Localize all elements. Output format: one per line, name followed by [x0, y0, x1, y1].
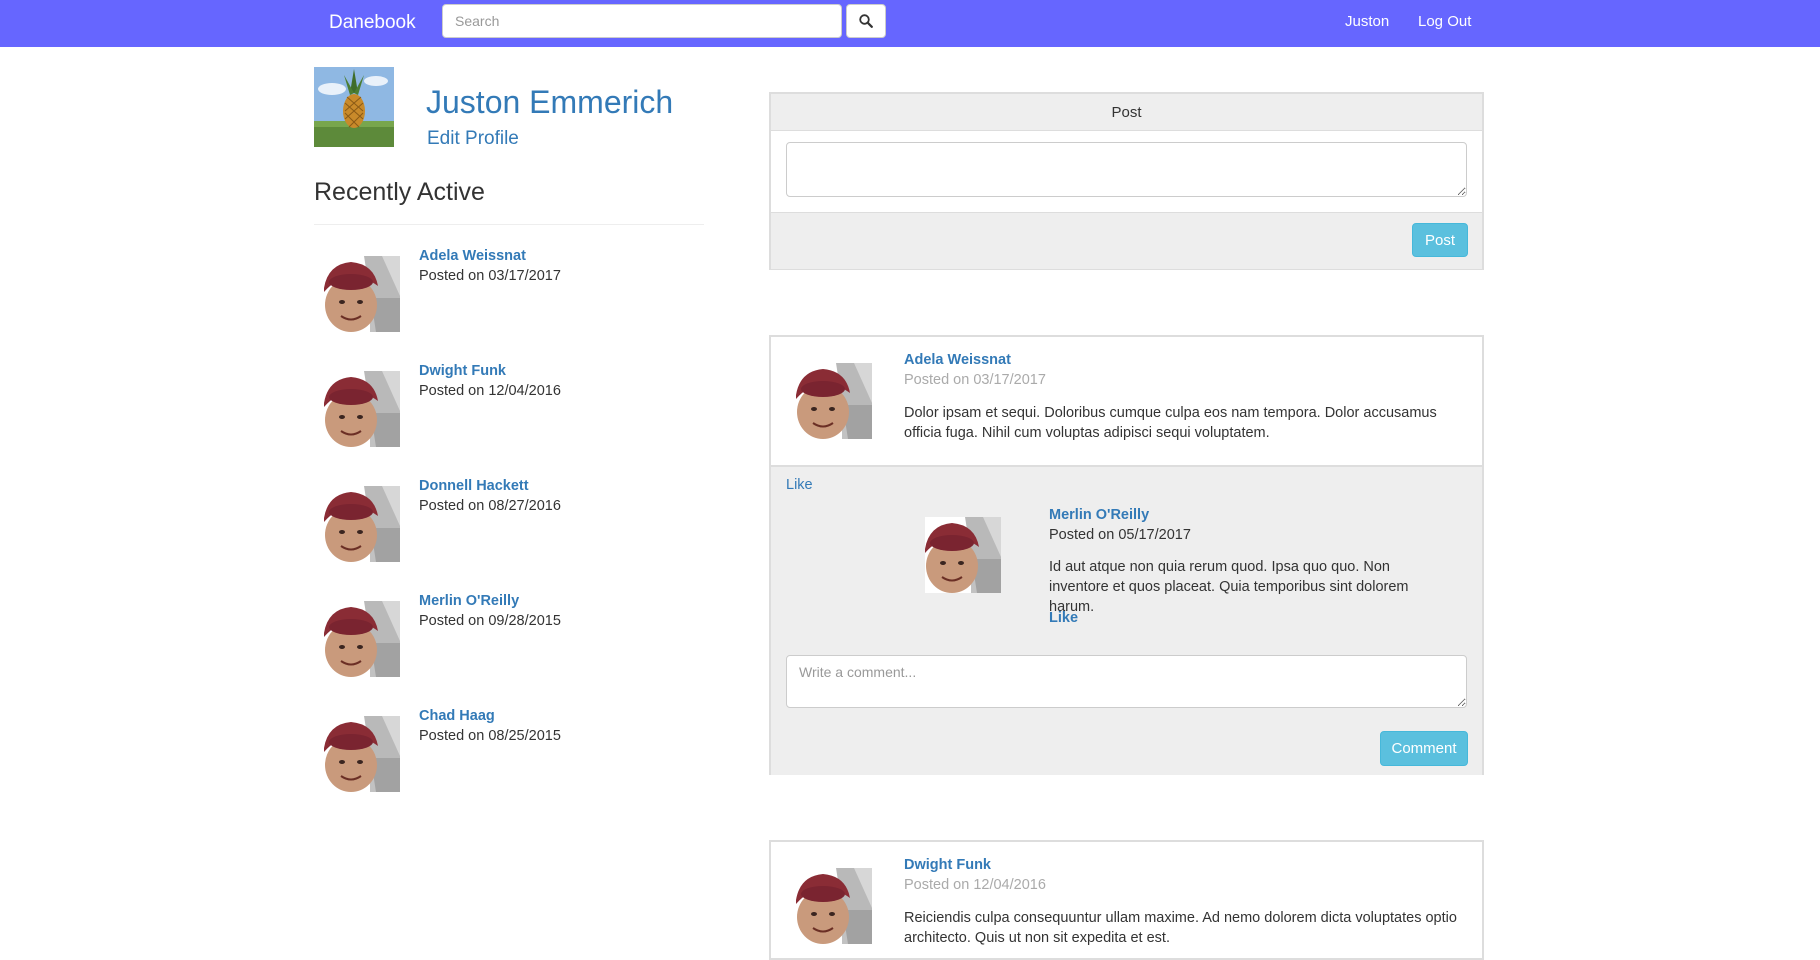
like-link[interactable]: Like [786, 477, 813, 493]
recent-date: Posted on 03/17/2017 [419, 268, 561, 284]
recent-item: Dwight Funk Posted on 12/04/2016 [324, 363, 724, 471]
top-navbar: Danebook Juston Log Out [0, 0, 1820, 47]
post-composer: Post Post [769, 92, 1484, 270]
search-icon [859, 14, 873, 28]
comment-button[interactable]: Comment [1380, 731, 1468, 766]
brand-logo[interactable]: Danebook [329, 12, 416, 34]
search-button[interactable] [846, 4, 886, 38]
post-author-link[interactable]: Dwight Funk [904, 857, 991, 873]
comment-input[interactable] [786, 655, 1467, 708]
post-date: Posted on 12/04/2016 [904, 877, 1046, 893]
comment-text: Id aut atque non quia rerum quod. Ipsa q… [1049, 559, 1409, 615]
recent-date: Posted on 12/04/2016 [419, 383, 561, 399]
composer-header: Post [771, 94, 1482, 131]
nav-user-link[interactable]: Juston [1345, 13, 1389, 30]
recent-date: Posted on 09/28/2015 [419, 613, 561, 629]
post-button[interactable]: Post [1412, 223, 1468, 257]
post-text: Reiciendis culpa consequuntur ullam maxi… [904, 910, 1457, 946]
post-text: Dolor ipsam et sequi. Doloribus cumque c… [904, 405, 1437, 441]
recent-date: Posted on 08/25/2015 [419, 728, 561, 744]
post-author-link[interactable]: Adela Weissnat [904, 352, 1011, 368]
recent-item: Donnell Hackett Posted on 08/27/2016 [324, 478, 724, 586]
comment-date: Posted on 05/17/2017 [1049, 527, 1191, 543]
logout-link[interactable]: Log Out [1418, 13, 1471, 30]
recent-user-link[interactable]: Adela Weissnat [419, 248, 526, 264]
user-avatar [925, 517, 1001, 593]
user-avatar [324, 601, 400, 677]
user-avatar [324, 256, 400, 332]
user-avatar [324, 716, 400, 792]
recent-user-link[interactable]: Merlin O'Reilly [419, 593, 519, 609]
comment-author-link[interactable]: Merlin O'Reilly [1049, 507, 1149, 523]
recently-active-heading: Recently Active [314, 178, 485, 206]
user-avatar [324, 371, 400, 447]
search-input[interactable] [442, 4, 842, 38]
recent-item: Merlin O'Reilly Posted on 09/28/2015 [324, 593, 724, 701]
post-textarea[interactable] [786, 142, 1467, 197]
recent-user-link[interactable]: Chad Haag [419, 708, 495, 724]
divider [314, 224, 704, 225]
post-card: Dwight Funk Posted on 12/04/2016 Reicien… [769, 840, 1484, 960]
recent-item: Adela Weissnat Posted on 03/17/2017 [324, 248, 724, 356]
composer-footer: Post [771, 212, 1482, 269]
comment-like-link[interactable]: Like [1049, 610, 1078, 626]
user-avatar [324, 486, 400, 562]
user-avatar [796, 363, 872, 439]
post-interactions: Like Merlin O'Reilly Posted on 05/17/201… [771, 465, 1482, 775]
profile-photo [314, 67, 394, 147]
recent-item: Chad Haag Posted on 08/25/2015 [324, 708, 724, 816]
profile-name-link[interactable]: Juston Emmerich [426, 84, 673, 121]
user-avatar [796, 868, 872, 944]
recent-user-link[interactable]: Dwight Funk [419, 363, 506, 379]
post-body: Adela Weissnat Posted on 03/17/2017 Dolo… [771, 337, 1482, 465]
post-date: Posted on 03/17/2017 [904, 372, 1046, 388]
recent-date: Posted on 08/27/2016 [419, 498, 561, 514]
recent-user-link[interactable]: Donnell Hackett [419, 478, 529, 494]
edit-profile-link[interactable]: Edit Profile [427, 128, 519, 150]
post-card: Adela Weissnat Posted on 03/17/2017 Dolo… [769, 335, 1484, 775]
